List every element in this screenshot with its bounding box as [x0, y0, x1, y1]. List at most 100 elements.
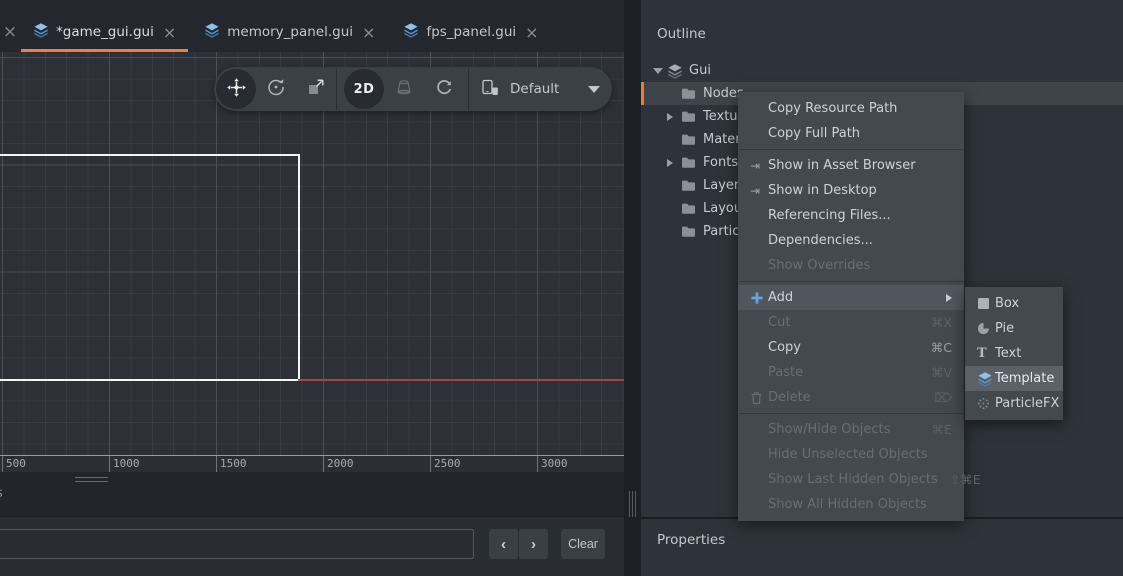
close-icon[interactable]: × [0, 0, 20, 52]
menu-item-pie[interactable]: Pie [965, 316, 1063, 341]
menu-item-label: Show in Desktop [768, 183, 877, 198]
splitter-drag-handle[interactable] [629, 491, 636, 517]
perspective-toggle[interactable] [384, 69, 424, 109]
scene-toolbar: 2D Default [214, 67, 612, 111]
context-menu: Copy Resource PathCopy Full Path ⇥Show in… [738, 92, 964, 521]
menu-item-show-last-hidden-objects: Show Last Hidden Objects⇧⌘E [738, 467, 964, 492]
menu-item-box[interactable]: Box [965, 291, 1063, 316]
menu-item-copy[interactable]: Copy ⌘C [738, 335, 964, 360]
folder-icon [681, 109, 697, 125]
menu-item-show-in-asset-browser[interactable]: ⇥Show in Asset Browser [738, 153, 964, 178]
menu-item-label: Hide Unselected Objects [768, 447, 928, 462]
menu-item-add[interactable]: Add [738, 285, 964, 310]
menu-item-particlefx[interactable]: ParticleFX [965, 391, 1063, 416]
menu-item-label: Show/Hide Objects [768, 422, 890, 437]
previous-result-button[interactable]: ‹ [489, 529, 518, 559]
menu-item-cut: Cut⌘X [738, 310, 964, 335]
menu-shortcut: ⌘V [919, 365, 952, 380]
trash-icon [750, 391, 768, 405]
menu-item-label: Show All Hidden Objects [768, 497, 927, 512]
outline-item-label: Fonts [703, 155, 738, 170]
ruler-tick: 3000 [537, 456, 538, 472]
rotate-icon [266, 77, 286, 101]
menu-item-referencing-files[interactable]: Referencing Files... [738, 203, 964, 228]
menu-separator [739, 281, 963, 282]
particlefx-icon [977, 397, 995, 410]
menu-shortcut: ⌘X [919, 315, 952, 330]
chevron-right-icon[interactable] [667, 113, 681, 121]
plus-icon [750, 291, 768, 305]
menu-item-label: Referencing Files... [768, 208, 891, 223]
outline-item-gui[interactable]: Gui [641, 59, 1123, 82]
ruler-tick: 500 [2, 456, 3, 472]
close-icon[interactable]: × [163, 23, 176, 42]
menu-item-label: Dependencies... [768, 233, 873, 248]
menu-shortcut: ⌦ [922, 390, 952, 405]
gui-stack-icon [403, 22, 419, 42]
menu-item-label: ParticleFX [995, 396, 1059, 411]
menu-item-label: Show in Asset Browser [768, 158, 916, 173]
move-icon [226, 77, 247, 102]
gui-stack-icon [33, 22, 49, 42]
next-result-button[interactable]: › [519, 529, 548, 559]
camera-orbit[interactable] [424, 69, 464, 109]
menu-item-hide-unselected-objects: Hide Unselected Objects [738, 442, 964, 467]
menu-item-template[interactable]: Template [965, 366, 1063, 391]
chevron-down-icon[interactable] [653, 68, 667, 74]
tri [667, 113, 673, 121]
panel-divider[interactable] [624, 0, 641, 576]
clear-console-button[interactable]: Clear [561, 529, 605, 559]
menu-item-dependencies[interactable]: Dependencies... [738, 228, 964, 253]
folder-icon [681, 132, 697, 148]
tab-memory-panel-gui[interactable]: memory_panel.gui× [191, 0, 388, 52]
2d-toggle[interactable]: 2D [344, 69, 384, 109]
box-icon [977, 297, 995, 310]
menu-item-show-all-hidden-objects: Show All Hidden Objects [738, 492, 964, 517]
chevron-down-icon [588, 86, 600, 93]
ruler-tick: 2000 [323, 456, 324, 472]
menu-item-label: Copy [768, 340, 801, 355]
menu-item-label: Paste [768, 365, 803, 380]
close-icon[interactable]: × [525, 23, 538, 42]
folder-icon [681, 155, 697, 171]
device-icon [479, 77, 500, 101]
menu-item-show-hide-objects: Show/Hide Objects⌘E [738, 417, 964, 442]
outline-panel-title: Outline [657, 26, 706, 42]
menu-item-paste: Paste ⌘V [738, 360, 964, 385]
menu-item-show-overrides: Show Overrides [738, 253, 964, 278]
move-tool[interactable] [216, 69, 256, 109]
ruler-drag-handle[interactable] [75, 477, 108, 485]
close-icon[interactable]: × [362, 23, 375, 42]
editor-pane: × *game_gui.gui×memory_panel.gui×fps_pan… [0, 0, 624, 576]
console-search-input[interactable] [0, 529, 474, 559]
chevron-right-icon[interactable] [667, 159, 681, 167]
menu-shortcut: ⌘C [919, 340, 952, 355]
toolbar-divider [468, 68, 469, 110]
scene-viewport[interactable] [0, 52, 624, 455]
gui-stack-gray-icon [667, 63, 683, 79]
menu-item-delete: Delete⌦ [738, 385, 964, 410]
tab-fps-panel-gui[interactable]: fps_panel.gui× [390, 0, 551, 52]
menu-item-label: Box [995, 296, 1019, 311]
menu-item-label: Show Last Hidden Objects [768, 472, 938, 487]
menu-item-label: Add [768, 290, 793, 305]
rotate-tool[interactable] [256, 69, 296, 109]
tab-bar: × *game_gui.gui×memory_panel.gui×fps_pan… [0, 0, 624, 52]
scale-tool[interactable] [296, 69, 336, 109]
menu-item-show-in-desktop[interactable]: ⇥Show in Desktop [738, 178, 964, 203]
clipped-tab-label: s [0, 486, 3, 501]
tri [653, 68, 663, 74]
menu-item-text[interactable]: TText [965, 341, 1063, 366]
menu-separator [739, 149, 963, 150]
menu-item-copy-resource-path[interactable]: Copy Resource Path [738, 96, 964, 121]
camera-profile-dropdown[interactable]: Default [479, 77, 600, 101]
chevron-right-icon [946, 294, 952, 302]
menu-item-copy-full-path[interactable]: Copy Full Path [738, 121, 964, 146]
tab-game-gui-gui[interactable]: *game_gui.gui× [20, 0, 189, 52]
menu-separator [739, 413, 963, 414]
ruler-tick: 2500 [430, 456, 431, 472]
gui-stack-icon [204, 22, 220, 42]
scale-icon [306, 77, 326, 101]
toolbar-divider [336, 68, 337, 110]
outline-item-label: Gui [689, 63, 711, 78]
